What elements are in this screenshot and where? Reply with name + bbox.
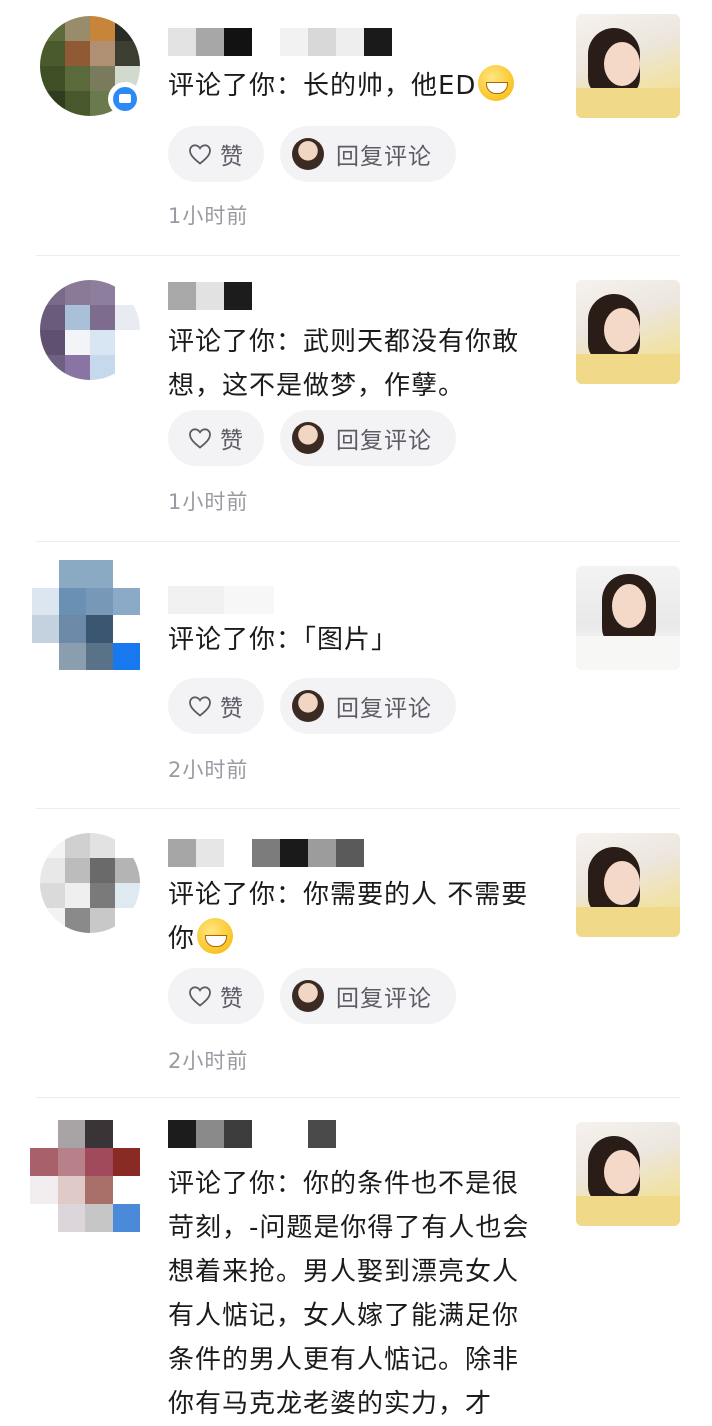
timestamp: 2小时前 xyxy=(168,1049,249,1073)
notification-item[interactable]: 评论了你：你的条件也不是很苛刻，-问题是你得了有人也会想着来抢。男人娶到漂亮女人… xyxy=(0,1098,712,1426)
avatar[interactable] xyxy=(32,560,140,670)
reply-comment-button[interactable]: 回复评论 xyxy=(280,126,456,182)
notification-item[interactable]: 评论了你：武则天都没有你敢想，这不是做梦，作孽。 赞 回复评论 1小时前 xyxy=(0,256,712,541)
notification-item[interactable]: 评论了你：长的帅，他ED 赞 回复评论 1小时前 xyxy=(0,0,712,255)
like-label: 赞 xyxy=(220,696,243,722)
comment-text: 评论了你：武则天都没有你敢想，这不是做梦，作孽。 xyxy=(168,327,520,401)
reply-label: 回复评论 xyxy=(336,428,432,454)
username-blurred[interactable] xyxy=(168,1120,336,1148)
reply-comment-button[interactable]: 回复评论 xyxy=(280,678,456,734)
like-label: 赞 xyxy=(220,986,243,1012)
like-button[interactable]: 赞 xyxy=(168,126,264,182)
timestamp: 1小时前 xyxy=(168,490,249,514)
reply-comment-button[interactable]: 回复评论 xyxy=(280,968,456,1024)
user-mini-avatar xyxy=(292,422,324,454)
message-badge-icon xyxy=(108,82,142,116)
user-mini-avatar xyxy=(292,690,324,722)
comment-text: 评论了你：长的帅，他ED xyxy=(168,64,548,108)
post-thumbnail[interactable] xyxy=(576,566,680,670)
reply-label: 回复评论 xyxy=(336,986,432,1012)
post-thumbnail[interactable] xyxy=(576,833,680,937)
rolling-laughing-emoji-icon xyxy=(478,65,515,101)
grinning-emoji-icon xyxy=(197,918,234,954)
timestamp: 2小时前 xyxy=(168,758,249,782)
notification-item[interactable]: 评论了你：你需要的人 不需要你 赞 回复评论 2小时前 xyxy=(0,809,712,1097)
user-mini-avatar xyxy=(292,138,324,170)
username-blurred[interactable] xyxy=(168,586,274,614)
comment-text: 评论了你：你需要的人 不需要你 xyxy=(168,880,529,954)
comment-text: 评论了你：你的条件也不是很苛刻，-问题是你得了有人也会想着来抢。男人娶到漂亮女人… xyxy=(168,1169,530,1419)
reply-label: 回复评论 xyxy=(336,144,432,170)
reply-comment-button[interactable]: 回复评论 xyxy=(280,410,456,466)
post-thumbnail[interactable] xyxy=(576,14,680,118)
username-blurred[interactable] xyxy=(168,839,364,867)
like-button[interactable]: 赞 xyxy=(168,678,264,734)
username-blurred[interactable] xyxy=(168,28,392,56)
avatar[interactable] xyxy=(40,833,140,933)
post-thumbnail[interactable] xyxy=(576,1122,680,1226)
heart-icon xyxy=(189,986,211,1007)
username-blurred[interactable] xyxy=(168,282,252,310)
timestamp: 1小时前 xyxy=(168,204,249,228)
post-thumbnail[interactable] xyxy=(576,280,680,384)
like-label: 赞 xyxy=(220,428,243,454)
avatar[interactable] xyxy=(30,1120,140,1232)
like-label: 赞 xyxy=(220,144,243,170)
notification-item[interactable]: 评论了你：「图片」 赞 回复评论 2小时前 xyxy=(0,542,712,808)
like-button[interactable]: 赞 xyxy=(168,410,264,466)
like-button[interactable]: 赞 xyxy=(168,968,264,1024)
heart-icon xyxy=(189,428,211,449)
reply-label: 回复评论 xyxy=(336,696,432,722)
heart-icon xyxy=(189,696,211,717)
avatar[interactable] xyxy=(40,280,140,380)
comment-text: 评论了你：「图片」 xyxy=(168,625,399,655)
heart-icon xyxy=(189,144,211,165)
user-mini-avatar xyxy=(292,980,324,1012)
